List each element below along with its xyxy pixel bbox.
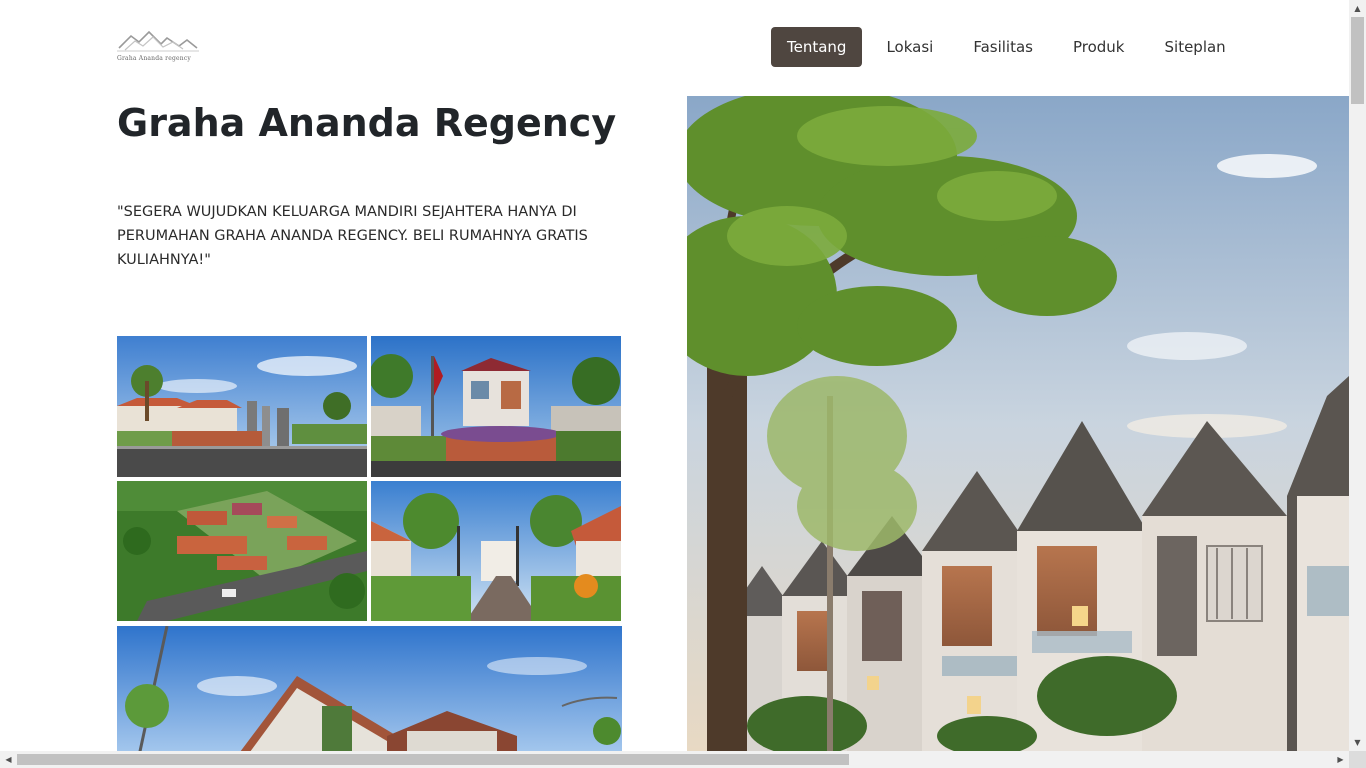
logo-text: Graha Ananda regency (117, 55, 191, 62)
nav-item-fasilitas[interactable]: Fasilitas (957, 27, 1049, 67)
scroll-left-icon[interactable]: ◀ (0, 751, 17, 768)
scroll-right-icon[interactable]: ▶ (1332, 751, 1349, 768)
scroll-up-icon[interactable]: ▲ (1349, 0, 1366, 17)
vertical-scrollbar[interactable]: ▲ ▼ (1349, 0, 1366, 751)
nav-item-produk[interactable]: Produk (1057, 27, 1141, 67)
tagline-quote: "SEGERA WUJUDKAN KELUARGA MANDIRI SEJAHT… (117, 204, 588, 268)
nav-item-tentang[interactable]: Tentang (771, 27, 863, 67)
scrollbar-corner (1349, 751, 1366, 768)
mountain-logo-icon (117, 30, 199, 52)
gallery-image-house-front[interactable] (371, 336, 621, 477)
horizontal-scrollbar[interactable]: ◀ ▶ (0, 751, 1349, 768)
page-title: Graha Ananda Regency (117, 101, 617, 145)
scroll-down-icon[interactable]: ▼ (1349, 734, 1366, 751)
gallery-image-building[interactable] (117, 626, 622, 756)
nav-item-siteplan[interactable]: Siteplan (1149, 27, 1242, 67)
gallery-image-entrance[interactable] (117, 336, 367, 477)
main-nav: Tentang Lokasi Fasilitas Produk Siteplan (771, 27, 1250, 67)
gallery-image-pathway[interactable] (371, 481, 621, 621)
nav-item-lokasi[interactable]: Lokasi (870, 27, 949, 67)
horizontal-scroll-thumb[interactable] (17, 754, 849, 765)
gallery-image-aerial[interactable] (117, 481, 367, 621)
vertical-scroll-thumb[interactable] (1351, 17, 1364, 104)
hero-image-townhouses (687, 96, 1349, 752)
site-logo[interactable]: Graha Ananda regency (117, 28, 199, 64)
page: Graha Ananda regency Tentang Lokasi Fasi… (0, 0, 1366, 768)
